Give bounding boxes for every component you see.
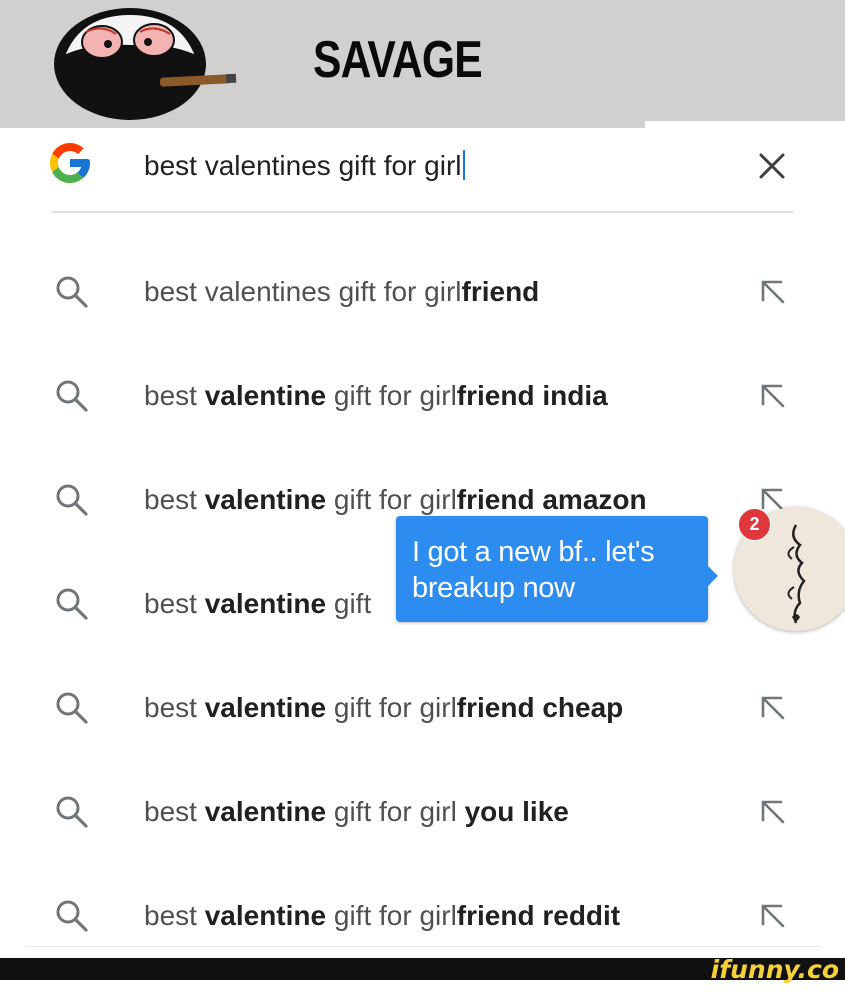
suggestion-query-part: best [144,796,205,827]
suggestion-query-part: gift for girl [326,380,457,411]
suggestion-row[interactable]: best valentine gift for girlfriend cheap [0,692,845,792]
search-divider [52,211,793,213]
suggestion-query-part: best [144,484,205,515]
suggestion-completion: friend cheap [456,692,624,723]
arrow-up-left-icon[interactable] [757,380,787,410]
suggestion-completion: valentine [204,380,327,411]
suggestion-text: best valentine gift for girlfriend reddi… [144,900,620,932]
suggestion-text: best valentine gift for girlfriend india [144,380,608,412]
suggestion-text: best valentine gift [144,588,371,620]
arrow-up-left-icon[interactable] [757,900,787,930]
suggestion-query-part: gift for girl [326,796,465,827]
search-icon [54,586,90,622]
arrow-up-left-icon[interactable] [757,796,787,826]
suggestion-completion: valentine [204,484,327,515]
meme-header: SAVAGE [0,0,845,128]
header-edge [645,121,845,128]
suggestion-text: best valentines gift for girlfriend [144,276,539,308]
suggestion-completion: friend india [456,380,608,411]
suggestion-completion: valentine [204,692,327,723]
suggestion-query-part: best [144,380,205,411]
close-icon[interactable] [756,150,788,182]
chat-message-line: I got a new bf.. let's [412,536,655,568]
suggestion-completion: valentine [204,588,327,619]
suggestion-completion: friend [461,276,540,307]
search-icon [54,378,90,414]
suggestion-query-part: gift for girl [326,484,457,515]
suggestion-row[interactable]: best valentines gift for girlfriend [0,276,845,376]
list-bottom-border [26,946,819,947]
meme-caption: SAVAGE [313,31,483,89]
search-icon [54,482,90,518]
suggestion-query-part: gift [326,588,372,619]
search-icon [54,794,90,830]
search-icon [54,690,90,726]
search-icon [54,274,90,310]
suggestion-completion: you like [464,796,569,827]
suggestion-query-part: best valentines gift for girl [144,276,462,307]
search-input[interactable]: best valentines gift for girl [144,150,465,182]
suggestion-text: best valentine gift for girlfriend cheap [144,692,623,724]
google-g-logo [50,143,90,183]
suggestion-row[interactable]: best valentine gift for girl you like [0,796,845,896]
unread-count-badge: 2 [738,508,771,541]
suggestion-query-part: best [144,900,205,931]
suggestion-completion: friend reddit [456,900,621,931]
suggestion-completion: friend amazon [456,484,647,515]
search-query-text: best valentines gift for girl [144,150,462,181]
suggestion-row[interactable]: best valentine gift for girlfriend reddi… [0,900,845,1000]
suggestion-text: best valentine gift for girl you like [144,796,569,828]
watermark-bar: ifunny.co [0,955,845,984]
arrow-up-left-icon[interactable] [757,692,787,722]
suggestion-query-part: best [144,692,205,723]
suggestion-row[interactable]: best valentine gift for girlfriend india [0,380,845,480]
chat-message-bubble[interactable]: I got a new bf.. let's breakup now [396,516,718,622]
suggestion-query-part: best [144,588,205,619]
suggestion-completion: valentine [204,900,327,931]
suggestion-text: best valentine gift for girlfriend amazo… [144,484,647,516]
suggestion-query-part: gift for girl [326,900,457,931]
chat-message-line: breakup now [412,572,575,604]
suggestion-completion: valentine [204,796,327,827]
suggestion-query-part: gift for girl [326,692,457,723]
search-icon [54,898,90,934]
arrow-up-left-icon[interactable] [757,276,787,306]
rage-face-icon [54,8,237,120]
text-cursor [462,150,465,180]
